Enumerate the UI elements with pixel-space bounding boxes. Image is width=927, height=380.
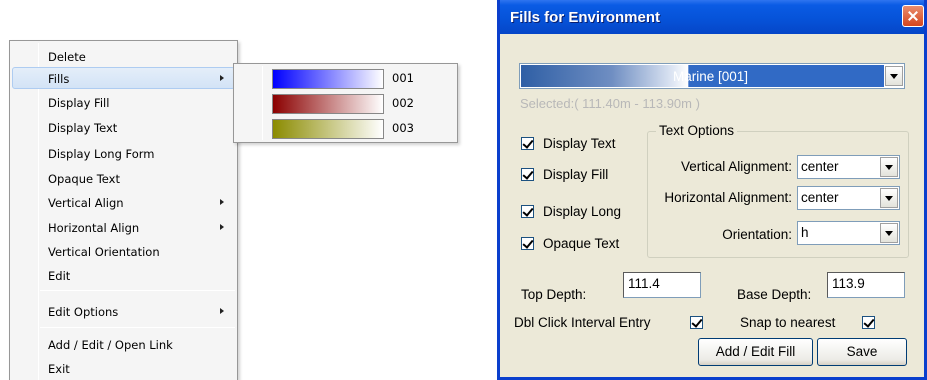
menu-item-label: Vertical Orientation — [48, 245, 160, 259]
selected-range-label: Selected:( 111.40m - 113.90m ) — [520, 96, 700, 111]
menu-item-label: Add / Edit / Open Link — [48, 338, 173, 352]
top-depth-input[interactable]: 111.4 — [623, 272, 701, 298]
dialog-title: Fills for Environment — [510, 9, 661, 26]
close-icon[interactable] — [902, 5, 924, 27]
fill-item-001[interactable]: 001 — [236, 67, 455, 91]
menu-item-display-long-form[interactable]: Display Long Form — [12, 142, 235, 164]
menu-item-horizontal-align[interactable]: Horizontal Align — [12, 216, 235, 238]
checkbox-checked-icon[interactable] — [862, 316, 875, 329]
chevron-down-icon[interactable] — [880, 188, 898, 208]
checkbox-label: Display Text — [543, 136, 616, 151]
checkbox-checked-icon[interactable] — [521, 205, 534, 218]
menu-item-label: Display Fill — [48, 96, 110, 110]
menu-item-fills[interactable]: Fills — [12, 67, 235, 89]
checkbox-checked-icon[interactable] — [521, 137, 534, 150]
chevron-down-icon[interactable] — [880, 157, 898, 177]
horizontal-alignment-label: Horizontal Alignment: — [664, 190, 792, 205]
menu-item-opaque-text[interactable]: Opaque Text — [12, 167, 235, 189]
checkbox-checked-icon[interactable] — [521, 168, 534, 181]
menu-item-delete[interactable]: Delete — [12, 45, 235, 67]
fill-item-label: 003 — [392, 121, 414, 135]
checkbox-label: Display Fill — [543, 167, 609, 182]
orientation-label: Orientation: — [722, 227, 792, 242]
base-depth-label: Base Depth: — [737, 287, 812, 302]
menu-item-label: Edit Options — [48, 305, 119, 319]
menu-item-label: Edit — [48, 269, 71, 283]
menu-item-exit[interactable]: Exit — [12, 357, 235, 379]
checkbox-label: Opaque Text — [543, 236, 620, 251]
context-menu: Delete Fills Display Fill Display Text D… — [9, 40, 238, 380]
fill-gradient-swatch — [272, 94, 384, 114]
menu-item-label: Opaque Text — [48, 172, 120, 186]
select-value: h — [801, 225, 809, 240]
text-options-group: Text Options Vertical Alignment: center … — [647, 123, 909, 258]
input-value: 111.4 — [628, 276, 660, 291]
menu-item-add-edit-open-link[interactable]: Add / Edit / Open Link — [12, 333, 235, 355]
menu-item-label: Horizontal Align — [48, 221, 140, 235]
submenu-arrow-icon — [220, 199, 224, 205]
chevron-down-icon[interactable] — [885, 66, 903, 86]
input-value: 113.9 — [832, 276, 865, 291]
menu-item-edit-options[interactable]: Edit Options — [12, 300, 235, 322]
menu-item-display-text[interactable]: Display Text — [12, 116, 235, 138]
dialog-titlebar[interactable]: Fills for Environment — [500, 0, 924, 34]
checkbox-label: Display Long — [543, 204, 622, 219]
chevron-down-icon[interactable] — [880, 223, 898, 243]
menu-item-label: Delete — [48, 50, 86, 64]
base-depth-input[interactable]: 113.9 — [827, 272, 905, 298]
fill-gradient-swatch — [272, 69, 384, 89]
menu-item-label: Fills — [48, 72, 70, 86]
snap-label: Snap to nearest — [740, 315, 836, 330]
fills-dialog: Fills for Environment Marine [001] Selec… — [497, 0, 927, 380]
top-depth-label: Top Depth: — [521, 287, 587, 302]
menu-item-label: Exit — [48, 362, 70, 376]
fill-item-label: 002 — [392, 96, 414, 110]
select-value: center — [801, 159, 839, 174]
select-value: center — [801, 190, 839, 205]
submenu-arrow-icon — [220, 308, 224, 314]
fill-item-002[interactable]: 002 — [236, 92, 455, 116]
menu-item-label: Display Long Form — [48, 147, 155, 161]
menu-item-edit[interactable]: Edit — [12, 264, 235, 286]
fill-select-dropdown[interactable]: Marine [001] — [519, 63, 905, 89]
checkbox-checked-icon[interactable] — [521, 237, 534, 250]
menu-item-vertical-orientation[interactable]: Vertical Orientation — [12, 240, 235, 262]
menu-separator — [40, 290, 235, 291]
fill-item-label: 001 — [392, 71, 414, 85]
submenu-arrow-icon — [220, 75, 224, 81]
checkbox-checked-icon[interactable] — [690, 316, 703, 329]
fill-item-003[interactable]: 003 — [236, 117, 455, 141]
menu-item-display-fill[interactable]: Display Fill — [12, 91, 235, 113]
text-options-title: Text Options — [656, 123, 738, 138]
menu-item-vertical-align[interactable]: Vertical Align — [12, 191, 235, 213]
menu-separator — [40, 327, 235, 328]
dbl-click-label: Dbl Click Interval Entry — [514, 315, 651, 330]
save-button[interactable]: Save — [817, 338, 907, 366]
orientation-select[interactable]: h — [797, 221, 900, 245]
menu-item-label: Display Text — [48, 121, 118, 135]
add-edit-fill-button[interactable]: Add / Edit Fill — [698, 338, 813, 366]
fill-select-value: Marine [001] — [673, 69, 749, 84]
fill-gradient-swatch — [272, 119, 384, 139]
horizontal-alignment-select[interactable]: center — [797, 186, 900, 210]
menu-item-label: Vertical Align — [48, 196, 124, 210]
vertical-alignment-label: Vertical Alignment: — [680, 159, 792, 174]
submenu-arrow-icon — [220, 224, 224, 230]
fills-submenu: 001 002 003 — [233, 63, 458, 143]
vertical-alignment-select[interactable]: center — [797, 155, 900, 179]
